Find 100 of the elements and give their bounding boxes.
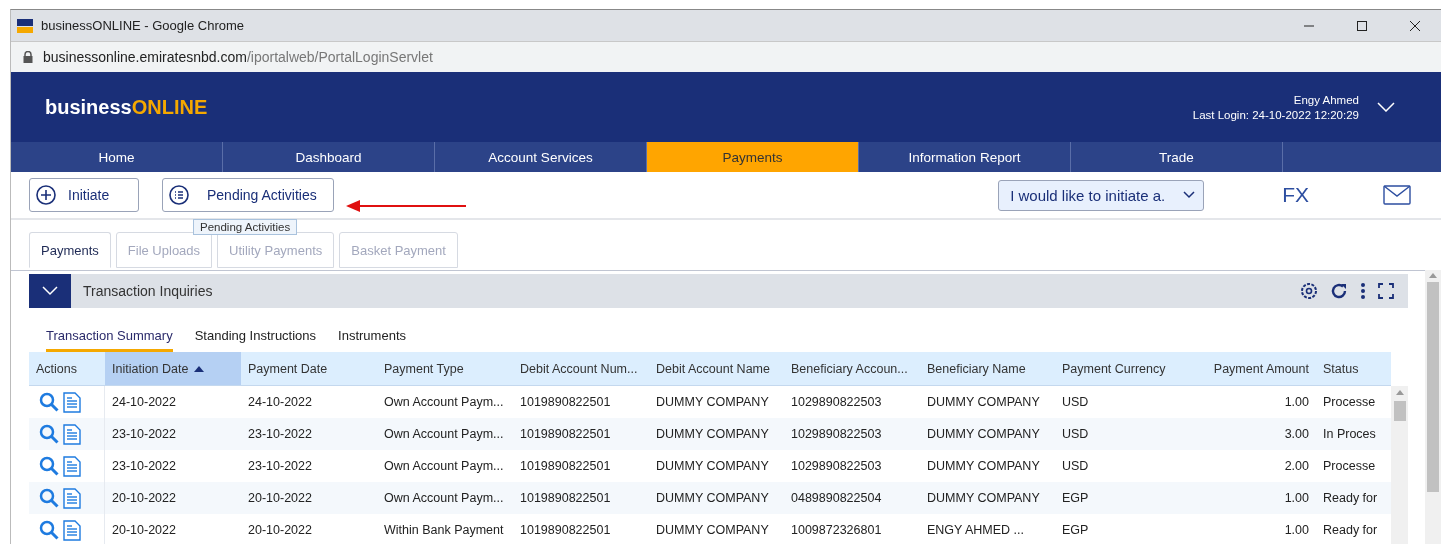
table-cell-text: 1.00 <box>1283 490 1310 507</box>
table-cell-text: 1.00 <box>1283 522 1310 539</box>
mail-icon[interactable] <box>1383 185 1411 205</box>
pending-activities-button[interactable]: Pending Activities <box>162 178 334 212</box>
chevron-down-icon <box>1183 191 1196 199</box>
column-title: Payment Date <box>248 361 328 376</box>
search-icon[interactable] <box>39 456 59 476</box>
column-header[interactable]: Actions <box>29 352 105 385</box>
table-cell-text: EGP <box>1061 522 1090 539</box>
close-button[interactable] <box>1408 19 1421 32</box>
document-icon[interactable] <box>63 455 81 477</box>
address-field[interactable]: businessonline.emiratesnbd.com/iportalweb/PortalLoginServlet <box>43 49 433 65</box>
maximize-button[interactable] <box>1355 19 1368 32</box>
table-cell-text: 1009872326801 <box>790 522 883 539</box>
table-cell-text: 1019890822501 <box>519 394 612 411</box>
page-scrollbar[interactable] <box>1425 270 1441 544</box>
scroll-up-icon[interactable] <box>1395 390 1404 395</box>
table-cell-text: 1029890822503 <box>790 394 883 411</box>
table-cell-text: Own Account Paym... <box>383 458 505 475</box>
table-cell-text: EGP <box>1061 490 1090 507</box>
scrollbar-thumb[interactable] <box>1427 282 1439 492</box>
table-cell-text: Own Account Paym... <box>383 394 505 411</box>
scrollbar-thumb[interactable] <box>1393 401 1406 421</box>
panel-title: Transaction Inquiries <box>83 283 213 299</box>
column-title: Debit Account Name <box>656 361 770 376</box>
fx-link[interactable]: FX <box>1282 183 1309 207</box>
table-cell-text: 20-10-2022 <box>247 490 313 507</box>
table-cell-text: 20-10-2022 <box>111 490 177 507</box>
table-cell-text: Processe <box>1322 458 1377 475</box>
nav-tab[interactable]: Payments <box>647 142 859 172</box>
column-title: Initiation Date <box>112 361 189 376</box>
tooltip: Pending Activities <box>193 219 298 235</box>
search-icon[interactable] <box>39 424 59 444</box>
table-cell-text: 1029890822503 <box>790 458 883 475</box>
column-header[interactable]: Payment Date <box>241 352 377 385</box>
column-title: Actions <box>36 361 77 376</box>
nav-tab[interactable]: Home <box>11 142 223 172</box>
table-cell-text: 20-10-2022 <box>111 522 177 539</box>
settings-icon[interactable] <box>1300 282 1318 300</box>
search-icon[interactable] <box>39 520 59 540</box>
section-tab[interactable]: Payments <box>29 232 111 268</box>
more-icon[interactable] <box>1360 282 1366 300</box>
table-cell-text: 1029890822503 <box>790 426 883 443</box>
document-icon[interactable] <box>63 423 81 445</box>
column-title: Beneficiary Name <box>927 361 1026 376</box>
table-cell-text: 2.00 <box>1283 458 1310 475</box>
table-cell-text: 1.00 <box>1283 394 1310 411</box>
initiate-button[interactable]: Initiate <box>29 178 139 212</box>
table-cell-text: DUMMY COMPANY <box>655 522 770 539</box>
table-cell-text: DUMMY COMPANY <box>655 426 770 443</box>
column-header[interactable]: Debit Account Name <box>649 352 784 385</box>
view-tab[interactable]: Standing Instructions <box>194 322 317 352</box>
fullscreen-icon[interactable] <box>1378 283 1394 299</box>
scroll-up-icon[interactable] <box>1429 273 1437 278</box>
column-title: Status <box>1323 361 1359 376</box>
search-icon[interactable] <box>39 392 59 412</box>
table-cell-text: 23-10-2022 <box>111 426 177 443</box>
document-icon[interactable] <box>63 519 81 541</box>
table-cell-text: 1019890822501 <box>519 522 612 539</box>
column-header[interactable]: Beneficiary Accoun... <box>784 352 920 385</box>
table-cell-text: USD <box>1061 394 1090 411</box>
column-header[interactable]: Beneficiary Name <box>920 352 1055 385</box>
table-cell-text: Ready for <box>1322 490 1379 507</box>
document-icon[interactable] <box>63 487 81 509</box>
table-cell-text: 24-10-2022 <box>247 394 313 411</box>
column-title: Debit Account Num... <box>520 361 638 376</box>
table-cell-text: DUMMY COMPANY <box>926 426 1041 443</box>
chevron-down-icon[interactable] <box>1377 102 1395 112</box>
table-cell-text: DUMMY COMPANY <box>655 490 770 507</box>
column-title: Payment Currency <box>1062 361 1166 376</box>
column-header[interactable]: Status <box>1316 352 1391 385</box>
refresh-icon[interactable] <box>1330 282 1348 300</box>
plus-icon <box>36 185 56 205</box>
column-header[interactable]: Payment Amount <box>1191 352 1316 385</box>
last-login: Last Login: 24-10-2022 12:20:29 <box>1192 108 1359 121</box>
table-cell-text: DUMMY COMPANY <box>655 458 770 475</box>
nav-tab[interactable]: Dashboard <box>223 142 435 172</box>
table-cell-text: Within Bank Payment <box>383 522 505 539</box>
nav-tab[interactable]: Trade <box>1071 142 1283 172</box>
column-header[interactable]: Debit Account Num... <box>513 352 649 385</box>
column-header[interactable]: Initiation Date <box>105 352 241 385</box>
view-tab[interactable]: Instruments <box>338 322 406 352</box>
column-header[interactable]: Payment Currency <box>1055 352 1191 385</box>
table-cell-text: 23-10-2022 <box>111 458 177 475</box>
initiate-dropdown[interactable]: I would like to initiate a. <box>998 179 1205 211</box>
document-icon[interactable] <box>63 391 81 413</box>
lock-icon <box>23 51 33 63</box>
table-cell-text: 23-10-2022 <box>247 426 313 443</box>
collapse-toggle[interactable] <box>29 274 71 308</box>
table-cell-text: DUMMY COMPANY <box>926 394 1041 411</box>
table-cell-text: Processe <box>1322 394 1377 411</box>
column-header[interactable]: Payment Type <box>377 352 513 385</box>
table-cell-text: DUMMY COMPANY <box>655 394 770 411</box>
table-cell-text: 20-10-2022 <box>247 522 313 539</box>
nav-tab[interactable]: Information Report <box>859 142 1071 172</box>
column-title: Payment Amount <box>1213 361 1309 376</box>
table-cell-text: 1019890822501 <box>519 458 612 475</box>
table-cell-text: 1019890822501 <box>519 426 612 443</box>
search-icon[interactable] <box>39 488 59 508</box>
table-scrollbar[interactable] <box>1391 386 1408 544</box>
